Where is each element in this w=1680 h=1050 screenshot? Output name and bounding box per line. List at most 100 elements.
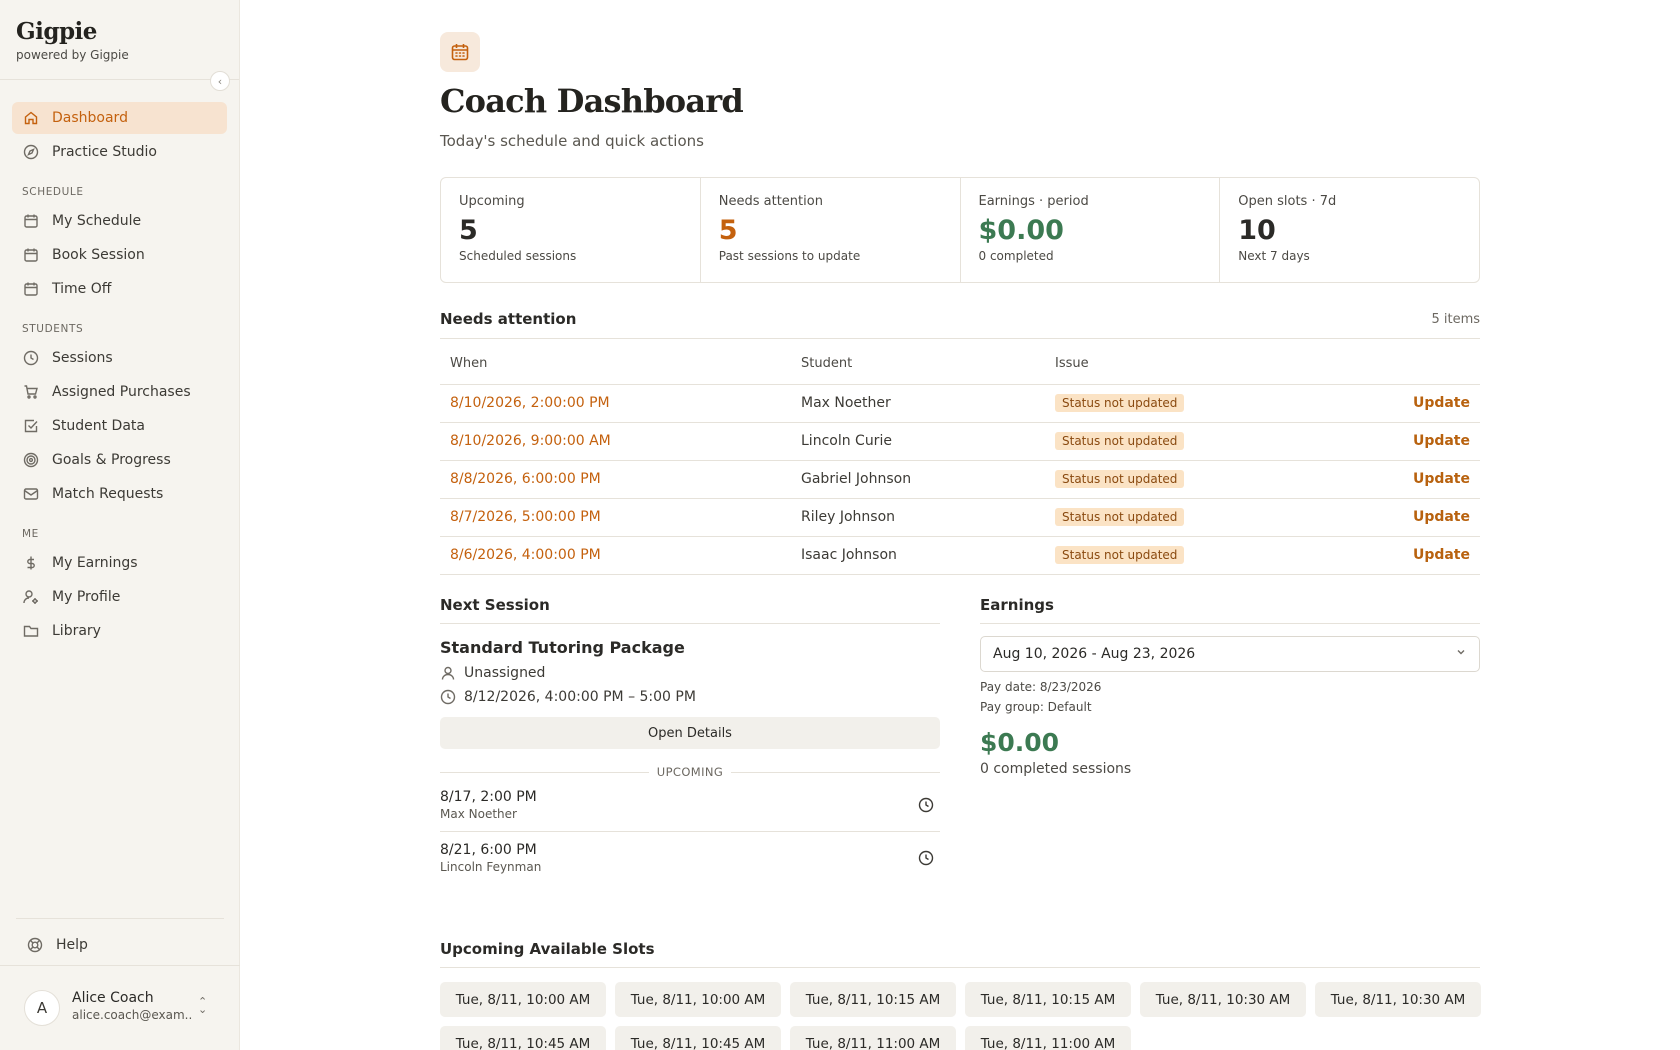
help-section: Help	[16, 918, 224, 963]
slots-title: Upcoming Available Slots	[440, 940, 1480, 968]
sidebar-item-dashboard[interactable]: Dashboard	[12, 102, 227, 134]
update-link[interactable]: Update	[1413, 547, 1470, 563]
page-title: Coach Dashboard	[440, 82, 744, 120]
slot-button[interactable]: Tue, 8/11, 10:45 AM	[440, 1026, 606, 1050]
sidebar-item-book-session[interactable]: Book Session	[12, 239, 227, 271]
page-subtitle: Today's schedule and quick actions	[440, 132, 704, 150]
chevron-left-icon: ‹	[217, 74, 223, 88]
table-header-row: When Student Issue	[440, 344, 1480, 385]
sidebar-item-student-data[interactable]: Student Data	[12, 410, 227, 442]
sidebar-item-my-schedule[interactable]: My Schedule	[12, 205, 227, 237]
slot-button[interactable]: Tue, 8/11, 10:30 AM	[1315, 982, 1481, 1017]
slot-button[interactable]: Tue, 8/11, 10:00 AM	[440, 982, 606, 1017]
stat-note: Scheduled sessions	[459, 249, 577, 263]
chevron-up-down-icon: ⌃ ⌄	[198, 995, 208, 1016]
sidebar-item-label: My Earnings	[52, 555, 138, 571]
slot-button[interactable]: Tue, 8/11, 10:15 AM	[790, 982, 956, 1017]
attention-table: When Student Issue 8/10/2026, 2:00:00 PM…	[440, 344, 1480, 575]
row-action-cell: Update	[1332, 384, 1480, 423]
slot-button[interactable]: Tue, 8/11, 10:30 AM	[1140, 982, 1306, 1017]
session-time-row: 8/12/2026, 4:00:00 PM – 5:00 PM	[440, 689, 940, 705]
stat-card-needs-attention: Needs attention 5 Past sessions to update	[701, 178, 961, 282]
upcoming-time: 8/21, 6:00 PM	[440, 842, 537, 858]
stat-label: Needs attention	[718, 194, 823, 209]
slot-button[interactable]: Tue, 8/11, 10:45 AM	[615, 1026, 781, 1050]
update-link[interactable]: Update	[1413, 509, 1470, 525]
row-student: Riley Johnson	[791, 498, 1045, 537]
collapse-sidebar-button[interactable]: ‹	[210, 71, 230, 91]
next-session-panel: Next Session Standard Tutoring Package U…	[440, 596, 940, 884]
row-when: 8/10/2026, 9:00:00 AM	[440, 422, 791, 461]
row-student: Lincoln Curie	[791, 422, 1045, 461]
pay-period-select[interactable]: Aug 10, 2026 - Aug 23, 2026	[980, 636, 1480, 672]
assignee-label: Unassigned	[464, 665, 546, 681]
upcoming-divider: UPCOMING	[440, 765, 940, 779]
open-details-button[interactable]: Open Details	[440, 717, 940, 749]
earnings-title: Earnings	[980, 596, 1480, 624]
upcoming-item[interactable]: 8/17, 2:00 PM Max Noether	[440, 779, 940, 832]
sidebar-item-label: Book Session	[52, 247, 145, 263]
slot-button[interactable]: Tue, 8/11, 11:00 AM	[790, 1026, 956, 1050]
section-label-schedule: SCHEDULE	[22, 186, 84, 198]
slot-button[interactable]: Tue, 8/11, 10:15 AM	[965, 982, 1131, 1017]
sidebar-item-label: My Profile	[52, 589, 121, 605]
sidebar-item-label: Time Off	[52, 281, 112, 297]
update-link[interactable]: Update	[1413, 395, 1470, 411]
target-icon	[22, 451, 40, 469]
sidebar-item-time-off[interactable]: Time Off	[12, 273, 227, 305]
stat-note: 0 completed	[978, 249, 1054, 263]
column-header-when: When	[440, 344, 791, 385]
dollar-icon	[22, 554, 40, 572]
upcoming-item-text: 8/17, 2:00 PM Max Noether	[440, 789, 537, 821]
stat-label: Earnings · period	[978, 194, 1089, 209]
update-link[interactable]: Update	[1413, 471, 1470, 487]
sidebar-item-assigned-purchases[interactable]: Assigned Purchases	[12, 376, 227, 408]
user-settings-icon	[22, 588, 40, 606]
pay-date: Pay date: 8/23/2026	[980, 680, 1102, 694]
row-student: Gabriel Johnson	[791, 460, 1045, 499]
update-link[interactable]: Update	[1413, 433, 1470, 449]
attention-title: Needs attention	[440, 310, 577, 328]
upcoming-student: Lincoln Feynman	[440, 860, 542, 874]
clock-icon	[22, 349, 40, 367]
clock-icon	[918, 850, 934, 866]
row-issue-cell: Status not updated	[1045, 460, 1332, 499]
clock-icon	[440, 689, 456, 705]
sidebar-item-label: My Schedule	[52, 213, 142, 229]
sidebar-item-sessions[interactable]: Sessions	[12, 342, 227, 374]
stat-label: Open slots · 7d	[1238, 194, 1337, 209]
stat-value: 5	[459, 215, 478, 246]
table-row: 8/10/2026, 9:00:00 AM Lincoln Curie Status…	[440, 422, 1480, 461]
chevron-down-icon	[1455, 646, 1467, 662]
sidebar-item-my-profile[interactable]: My Profile	[12, 581, 227, 613]
user-menu[interactable]: A Alice Coach alice.coach@exam... ⌃ ⌄	[0, 965, 240, 1050]
sidebar-item-goals-and-progress[interactable]: Goals & Progress	[12, 444, 227, 476]
slot-button[interactable]: Tue, 8/11, 11:00 AM	[965, 1026, 1131, 1050]
package-title: Standard Tutoring Package	[440, 638, 685, 657]
table-row: 8/10/2026, 2:00:00 PM Max Noether Status n…	[440, 384, 1480, 423]
checkbox-icon	[22, 417, 40, 435]
sidebar-item-label: Sessions	[52, 350, 113, 366]
table-row: 8/8/2026, 6:00:00 PM Gabriel Johnson Statu…	[440, 460, 1480, 499]
slot-button[interactable]: Tue, 8/11, 10:00 AM	[615, 982, 781, 1017]
stat-value: $0.00	[978, 215, 1064, 246]
sidebar-item-match-requests[interactable]: Match Requests	[12, 478, 227, 510]
sidebar-item-label: Assigned Purchases	[52, 384, 191, 400]
sidebar-item-practice-studio[interactable]: Practice Studio	[12, 136, 227, 168]
help-link[interactable]: Help	[16, 929, 224, 961]
user-info: Alice Coach alice.coach@exam...	[72, 990, 192, 1022]
upcoming-item[interactable]: 8/21, 6:00 PM Lincoln Feynman	[440, 832, 940, 884]
folder-icon	[22, 622, 40, 640]
sidebar-item-label: Match Requests	[52, 486, 164, 502]
sidebar-item-library[interactable]: Library	[12, 615, 227, 647]
section-label-me: ME	[22, 528, 39, 540]
sidebar-item-my-earnings[interactable]: My Earnings	[12, 547, 227, 579]
upcoming-list: 8/17, 2:00 PM Max Noether 8/21, 6:00 PM Lin…	[440, 779, 940, 884]
row-student: Max Noether	[791, 384, 1045, 423]
pay-period-value: Aug 10, 2026 - Aug 23, 2026	[993, 646, 1196, 662]
stat-card-open-slots-7d: Open slots · 7d 10 Next 7 days	[1220, 178, 1479, 282]
row-student: Isaac Johnson	[791, 536, 1045, 575]
sidebar-item-label: Practice Studio	[52, 144, 157, 160]
stat-card-earnings-period: Earnings · period $0.00 0 completed	[961, 178, 1221, 282]
sidebar-item-label: Goals & Progress	[52, 452, 171, 468]
